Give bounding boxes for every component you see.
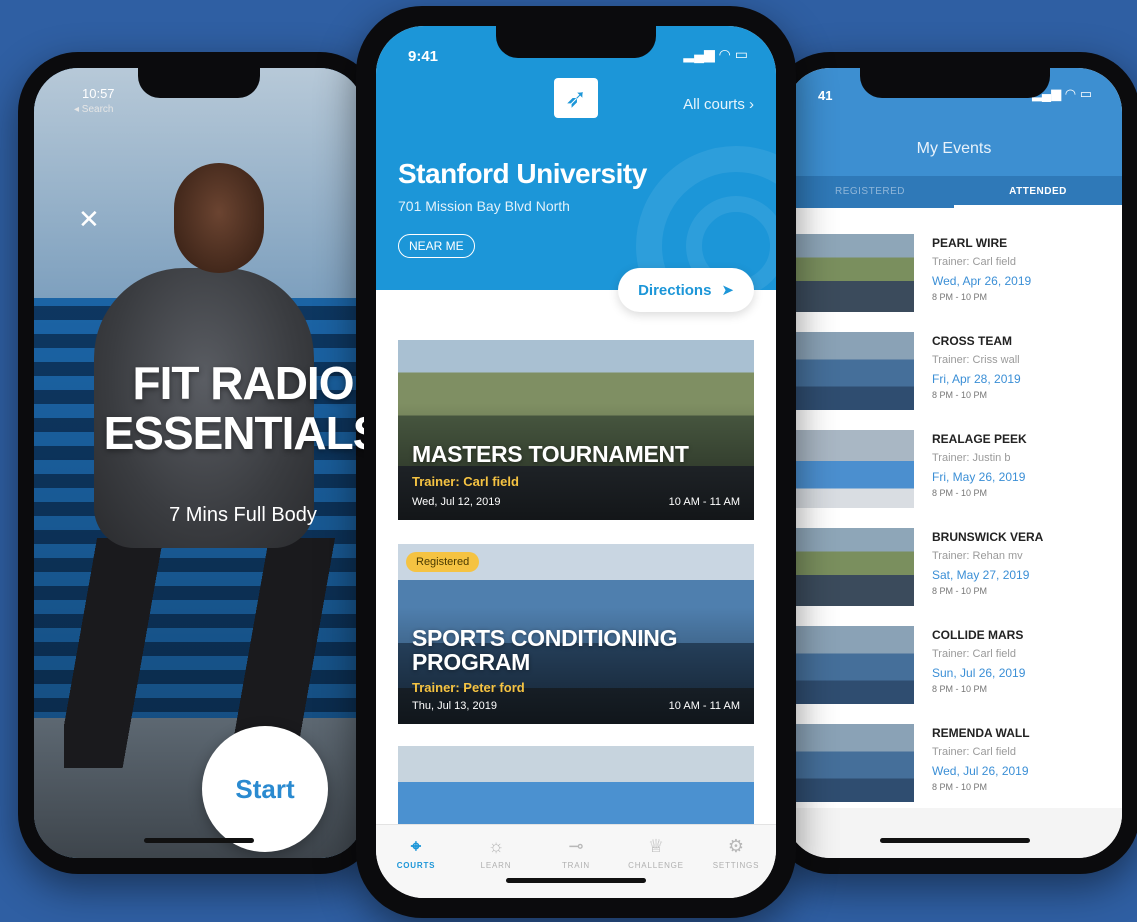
event-time: 8 PM - 10 PM: [932, 684, 988, 694]
event-thumbnail: [786, 430, 914, 508]
list-item[interactable]: REMENDA WALL Trainer: Carl field Wed, Ju…: [786, 718, 1122, 816]
trophy-icon: ♕: [647, 836, 665, 856]
events-tabs: REGISTERED ATTENDED: [786, 176, 1122, 208]
bottom-tab-bar: ⌖ COURTS ☼ LEARN ⊸ TRAIN ♕ CHALLENGE ⚙ S…: [376, 824, 776, 898]
venue-name: Stanford University: [398, 158, 647, 189]
event-thumbnail: [786, 234, 914, 312]
event-date: Fri, May 26, 2019: [932, 470, 1026, 484]
athlete-image: [64, 538, 354, 768]
courts-screen: 9:41 ▂▄▆ ◠ ▭ ➶ All courts › Stanford Uni…: [376, 26, 776, 898]
event-trainer: Trainer: Carl field: [932, 648, 1016, 660]
workout-title: FIT RADIO ESSENTIALS: [103, 357, 364, 459]
event-name: CROSS TEAM: [932, 334, 1013, 348]
page-title: My Events: [916, 140, 992, 157]
event-title: SPORTS CONDITIONING PROGRAM: [412, 625, 678, 675]
list-item[interactable]: PEARL WIRE Trainer: Carl field Wed, Apr …: [786, 228, 1122, 326]
tab-courts[interactable]: ⌖ COURTS: [376, 825, 456, 898]
event-thumbnail: [786, 332, 914, 410]
navigation-arrow-icon: ➤: [721, 282, 734, 299]
event-thumbnail: [786, 528, 914, 606]
event-trainer: Trainer: Criss wall: [932, 354, 1020, 366]
phone-workout: 10:57 ◂ Search ✕ FIT RADIO ESSENTIALS 7 …: [18, 52, 380, 874]
near-me-button[interactable]: NEAR ME: [398, 234, 475, 258]
location-pin-icon: ⌖: [410, 836, 422, 856]
event-time: 10 AM - 11 AM: [668, 496, 740, 508]
tab-attended[interactable]: ATTENDED: [954, 176, 1122, 208]
event-time: 8 PM - 10 PM: [932, 292, 988, 302]
status-time: 10:57: [82, 86, 115, 101]
event-image: [398, 746, 754, 836]
list-item[interactable]: CROSS TEAM Trainer: Criss wall Fri, Apr …: [786, 326, 1122, 424]
all-courts-link[interactable]: All courts ›: [683, 96, 754, 113]
chevron-right-icon: ›: [749, 96, 754, 113]
event-trainer: Trainer: Carl field: [932, 746, 1016, 758]
event-trainer: Trainer: Carl field: [412, 474, 519, 489]
event-title: MASTERS TOURNAMENT: [412, 441, 689, 467]
event-card[interactable]: MASTERS TOURNAMENT Trainer: Carl field W…: [398, 340, 754, 520]
start-button[interactable]: Start: [202, 726, 328, 852]
app-logo-icon: ➶: [554, 78, 598, 118]
tab-learn[interactable]: ☼ LEARN: [456, 825, 536, 898]
event-trainer: Trainer: Carl field: [932, 256, 1016, 268]
whistle-icon: ⊸: [568, 836, 584, 856]
event-time: 8 PM - 10 PM: [932, 390, 988, 400]
close-icon[interactable]: ✕: [78, 206, 100, 232]
event-date: Thu, Jul 13, 2019: [412, 700, 498, 712]
event-trainer: Trainer: Peter ford: [412, 680, 525, 695]
event-time: 10 AM - 11 AM: [668, 700, 740, 712]
event-card[interactable]: Registered SPORTS CONDITIONING PROGRAM T…: [398, 544, 754, 724]
tab-registered[interactable]: REGISTERED: [786, 176, 954, 208]
workout-screen: 10:57 ◂ Search ✕ FIT RADIO ESSENTIALS 7 …: [34, 68, 364, 858]
event-time: 8 PM - 10 PM: [932, 488, 988, 498]
lightbulb-icon: ☼: [487, 836, 505, 856]
event-date: Wed, Apr 26, 2019: [932, 274, 1032, 288]
event-thumbnail: [786, 724, 914, 802]
event-card[interactable]: [398, 746, 754, 836]
event-trainer: Trainer: Justin b: [932, 452, 1011, 464]
events-screen: 41 ▂▄▆ ◠ ▭ My Events REGISTERED ATTENDED…: [786, 68, 1122, 858]
workout-subtitle: 7 Mins Full Body: [169, 504, 317, 526]
back-link[interactable]: ◂ Search: [74, 104, 113, 115]
event-date: Wed, Jul 12, 2019: [412, 496, 501, 508]
gear-icon: ⚙: [727, 836, 745, 856]
event-date: Wed, Jul 26, 2019: [932, 764, 1029, 778]
phone-courts: 9:41 ▂▄▆ ◠ ▭ ➶ All courts › Stanford Uni…: [356, 6, 796, 918]
list-item[interactable]: COLLIDE MARS Trainer: Carl field Sun, Ju…: [786, 620, 1122, 718]
phone-events: 41 ▂▄▆ ◠ ▭ My Events REGISTERED ATTENDED…: [770, 52, 1137, 874]
status-time: 41: [818, 88, 833, 103]
event-name: BRUNSWICK VERA: [932, 530, 1044, 544]
event-trainer: Trainer: Rehan mv: [932, 550, 1023, 562]
event-time: 8 PM - 10 PM: [932, 586, 988, 596]
event-name: PEARL WIRE: [932, 236, 1008, 250]
event-name: REMENDA WALL: [932, 726, 1030, 740]
directions-button[interactable]: Directions ➤: [618, 268, 754, 312]
event-thumbnail: [786, 626, 914, 704]
signal-wifi-battery-icon: ▂▄▆ ◠ ▭: [683, 46, 748, 62]
event-name: REALAGE PEEK: [932, 432, 1027, 446]
events-list: PEARL WIRE Trainer: Carl field Wed, Apr …: [786, 228, 1122, 816]
tab-challenge[interactable]: ♕ CHALLENGE: [616, 825, 696, 898]
event-date: Sat, May 27, 2019: [932, 568, 1030, 582]
event-date: Fri, Apr 28, 2019: [932, 372, 1021, 386]
venue-address: 701 Mission Bay Blvd North: [398, 198, 570, 214]
tab-train[interactable]: ⊸ TRAIN: [536, 825, 616, 898]
event-time: 8 PM - 10 PM: [932, 782, 988, 792]
signal-wifi-battery-icon: ▂▄▆ ◠ ▭: [1031, 86, 1092, 101]
list-item[interactable]: BRUNSWICK VERA Trainer: Rehan mv Sat, Ma…: [786, 522, 1122, 620]
venue-header: 9:41 ▂▄▆ ◠ ▭ ➶ All courts › Stanford Uni…: [376, 26, 776, 290]
status-time: 9:41: [408, 48, 439, 65]
status-badge: Registered: [406, 552, 480, 572]
tab-settings[interactable]: ⚙ SETTINGS: [696, 825, 776, 898]
event-date: Sun, Jul 26, 2019: [932, 666, 1026, 680]
event-name: COLLIDE MARS: [932, 628, 1024, 642]
list-item[interactable]: REALAGE PEEK Trainer: Justin b Fri, May …: [786, 424, 1122, 522]
